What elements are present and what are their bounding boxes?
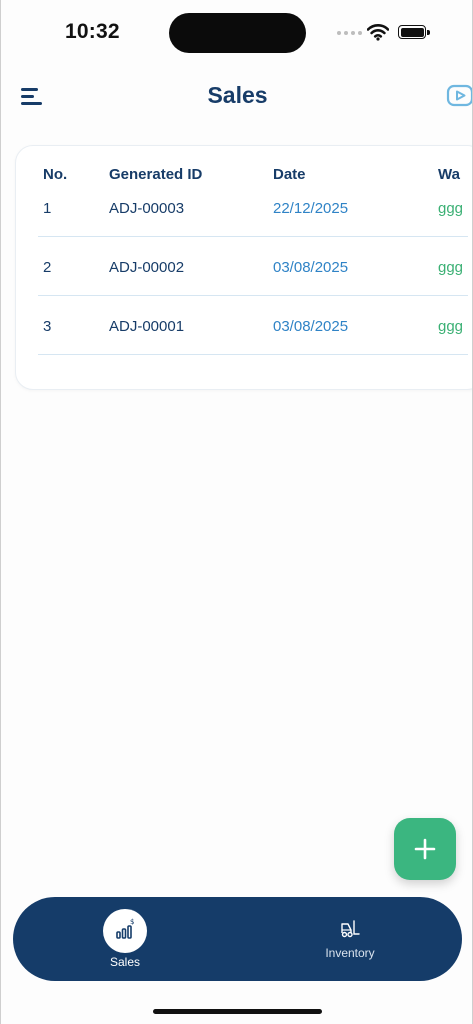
row-number: 1 (43, 200, 52, 217)
row-number: 2 (43, 259, 52, 276)
column-header-date: Date (273, 166, 306, 183)
row-number: 3 (43, 318, 52, 335)
dynamic-island (169, 13, 306, 53)
sales-chart-icon: $ (116, 918, 134, 939)
row-divider (38, 295, 468, 296)
row-date: 03/08/2025 (273, 318, 349, 335)
nav-item-sales[interactable]: $ Sales (55, 897, 195, 981)
table-row[interactable]: 2 ADJ-00002 03/08/2025 ggg (16, 259, 472, 319)
status-time: 10:32 (65, 20, 120, 43)
row-warehouse: ggg (438, 259, 464, 276)
column-header-no: No. (43, 166, 68, 183)
battery-icon (398, 25, 430, 39)
plus-icon (414, 838, 436, 860)
table-row[interactable]: 3 ADJ-00001 03/08/2025 ggg (16, 318, 472, 378)
page-title: Sales (207, 82, 268, 108)
nav-item-inventory[interactable]: Inventory (280, 897, 420, 981)
column-header-warehouse: Wa (438, 166, 460, 183)
row-warehouse: ggg (438, 200, 464, 217)
row-warehouse: ggg (438, 318, 464, 335)
row-divider (38, 354, 468, 355)
app-screen: 10:32 Sales No. Generated ID Date Wa 1 A… (0, 0, 473, 1024)
svg-text:$: $ (130, 918, 134, 926)
row-date: 03/08/2025 (273, 259, 349, 276)
forklift-icon (341, 920, 360, 938)
nav-label-sales: Sales (109, 955, 141, 969)
table-row[interactable]: 1 ADJ-00003 22/12/2025 ggg (16, 200, 472, 260)
row-divider (38, 236, 468, 237)
nav-label-inventory: Inventory (325, 946, 375, 960)
home-indicator[interactable] (153, 1009, 322, 1014)
wifi-icon (367, 24, 389, 41)
video-play-icon[interactable] (446, 83, 473, 109)
row-generated-id: ADJ-00003 (109, 200, 185, 217)
adjustments-table: No. Generated ID Date Wa 1 ADJ-00003 22/… (15, 145, 472, 390)
cellular-signal-icon (337, 31, 362, 35)
row-date: 22/12/2025 (273, 200, 349, 217)
active-indicator: $ (103, 909, 147, 953)
add-button[interactable] (394, 818, 456, 880)
bottom-navigation: $ Sales Inventory (13, 897, 462, 981)
row-generated-id: ADJ-00001 (109, 318, 185, 335)
row-generated-id: ADJ-00002 (109, 259, 185, 276)
column-header-generated-id: Generated ID (109, 166, 203, 183)
